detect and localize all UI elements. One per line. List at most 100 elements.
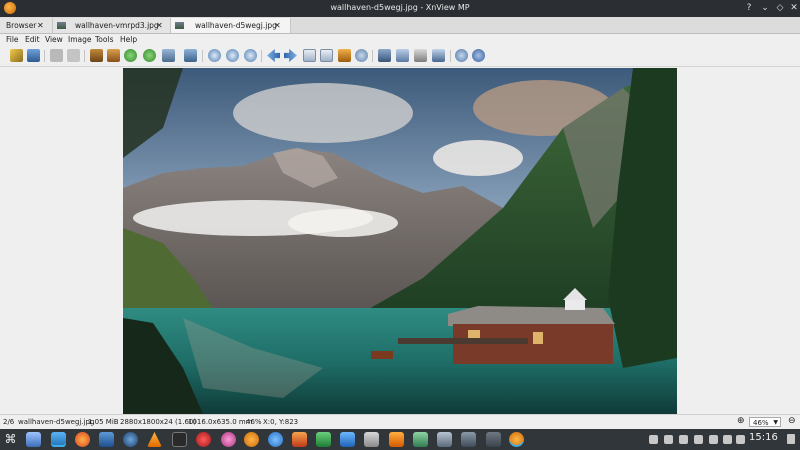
- tray-icon-6[interactable]: [723, 435, 732, 444]
- system-settings-icon[interactable]: [26, 432, 41, 447]
- settings-icon[interactable]: [455, 49, 468, 62]
- browse-icon[interactable]: [10, 49, 23, 62]
- tray-icon-5[interactable]: [709, 435, 718, 444]
- app-launcher-icon[interactable]: ⌘: [3, 432, 18, 447]
- tray-icon-2[interactable]: [664, 435, 673, 444]
- tab-close-icon[interactable]: ✕: [274, 18, 281, 33]
- vlc-icon[interactable]: [147, 432, 162, 447]
- status-print-size: 1016.0x635.0 mm: [188, 418, 253, 426]
- toolbar-separator: [84, 50, 85, 62]
- status-zoom: 46%: [246, 418, 262, 426]
- image-viewer[interactable]: [0, 67, 800, 414]
- clock[interactable]: 15:16: [749, 432, 778, 443]
- tray-icon-1[interactable]: [649, 435, 658, 444]
- resize-icon[interactable]: [107, 49, 120, 62]
- menu-edit[interactable]: Edit: [25, 35, 40, 44]
- rotate-right-icon[interactable]: [143, 49, 156, 62]
- adjust-icon[interactable]: [162, 49, 175, 62]
- virtualbox-icon[interactable]: [99, 432, 114, 447]
- image-position: 2/6: [3, 418, 15, 426]
- displayed-photo[interactable]: [123, 68, 677, 414]
- copy-icon[interactable]: [355, 49, 368, 62]
- xnview-icon[interactable]: [244, 432, 259, 447]
- menu-view[interactable]: View: [45, 35, 63, 44]
- window-titlebar: wallhaven-d5wegj.jpg - XnView MP ? ⌄ ◇ ✕: [0, 0, 800, 17]
- tab-bar: Browser ✕ wallhaven-vmrpd3.jpg ✕ wallhav…: [0, 17, 800, 34]
- game-icon[interactable]: [196, 432, 211, 447]
- menu-image[interactable]: Image: [68, 35, 92, 44]
- info-icon[interactable]: [472, 49, 485, 62]
- first-icon[interactable]: [303, 49, 316, 62]
- zoom-out-icon[interactable]: [244, 49, 257, 62]
- zoom-out-icon[interactable]: ⊖: [788, 416, 796, 426]
- tab-label: wallhaven-vmrpd3.jpg: [75, 21, 159, 30]
- document-icon[interactable]: [340, 432, 355, 447]
- image-viewer-icon[interactable]: [364, 432, 379, 447]
- browser-icon[interactable]: [268, 432, 283, 447]
- close-icon[interactable]: ✕: [787, 2, 800, 15]
- tray-icon-4[interactable]: [694, 435, 703, 444]
- menu-tools[interactable]: Tools: [95, 35, 113, 44]
- edit-icon[interactable]: [396, 49, 409, 62]
- tab-close-icon[interactable]: ✕: [37, 18, 44, 33]
- tab-label: wallhaven-d5wegj.jpg: [195, 21, 277, 30]
- toolbar-separator: [261, 50, 262, 62]
- terminal-2-icon[interactable]: [486, 432, 501, 447]
- filter-icon[interactable]: [184, 49, 197, 62]
- rotate-left-icon[interactable]: [124, 49, 137, 62]
- print-icon[interactable]: [414, 49, 427, 62]
- menu-file[interactable]: File: [6, 35, 19, 44]
- undo-icon[interactable]: [50, 49, 63, 62]
- toolbar-separator: [450, 50, 451, 62]
- tab-wallhaven-d5wegj[interactable]: wallhaven-d5wegj.jpg ✕: [171, 18, 291, 33]
- tab-wallhaven-vmrpd3[interactable]: wallhaven-vmrpd3.jpg ✕: [53, 18, 171, 33]
- tab-close-icon[interactable]: ✕: [156, 18, 163, 33]
- video-icon[interactable]: [437, 432, 452, 447]
- crop-icon[interactable]: [90, 49, 103, 62]
- zoom-value: 46%: [753, 419, 769, 427]
- minimize-icon[interactable]: ⌄: [758, 2, 772, 15]
- zoom-fit-icon[interactable]: [226, 49, 239, 62]
- screen-icon[interactable]: [413, 432, 428, 447]
- previous-icon[interactable]: [267, 49, 280, 62]
- screenshot-icon[interactable]: [432, 49, 445, 62]
- last-icon[interactable]: [320, 49, 333, 62]
- music-icon[interactable]: [292, 432, 307, 447]
- toolbar: [0, 46, 800, 67]
- window-icon[interactable]: [461, 432, 476, 447]
- image-thumbnail-icon: [57, 22, 66, 29]
- toolbar-separator: [372, 50, 373, 62]
- firefox-icon[interactable]: [75, 432, 90, 447]
- terminal-icon[interactable]: [172, 432, 187, 447]
- tray-icon-3[interactable]: [679, 435, 688, 444]
- status-filesize: 1.05 MiB: [88, 418, 119, 426]
- maximize-icon[interactable]: ◇: [773, 2, 787, 15]
- xnview-active-icon[interactable]: [509, 432, 524, 447]
- status-bar: 2/6 wallhaven-d5wegj.jpg 1.05 MiB 2880x1…: [0, 414, 800, 429]
- save-icon[interactable]: [27, 49, 40, 62]
- monitor-icon[interactable]: [389, 432, 404, 447]
- taskbar: ⌘ 15:16: [0, 429, 800, 450]
- window-title: wallhaven-d5wegj.jpg - XnView MP: [330, 3, 470, 12]
- next-icon[interactable]: [284, 49, 297, 62]
- compare-icon[interactable]: [378, 49, 391, 62]
- tab-label: Browser: [6, 21, 37, 30]
- tab-browser[interactable]: Browser ✕: [0, 18, 53, 33]
- image-thumbnail-icon: [175, 22, 184, 29]
- status-filename: wallhaven-d5wegj.jpg: [18, 418, 95, 426]
- slideshow-icon[interactable]: [338, 49, 351, 62]
- redo-icon[interactable]: [67, 49, 80, 62]
- spreadsheet-icon[interactable]: [316, 432, 331, 447]
- toolbar-separator: [202, 50, 203, 62]
- tray-icon-7[interactable]: [736, 435, 745, 444]
- file-manager-icon[interactable]: [51, 432, 66, 447]
- zoom-select[interactable]: 46% ▼: [749, 417, 781, 427]
- zoom-in-icon[interactable]: [208, 49, 221, 62]
- steam-icon[interactable]: [123, 432, 138, 447]
- status-coordinates: X:0, Y:823: [263, 418, 299, 426]
- show-desktop-icon[interactable]: [787, 434, 795, 444]
- zoom-in-icon[interactable]: ⊕: [737, 416, 745, 426]
- help-icon[interactable]: ?: [742, 2, 756, 15]
- media-icon[interactable]: [221, 432, 236, 447]
- menu-help[interactable]: Help: [120, 35, 137, 44]
